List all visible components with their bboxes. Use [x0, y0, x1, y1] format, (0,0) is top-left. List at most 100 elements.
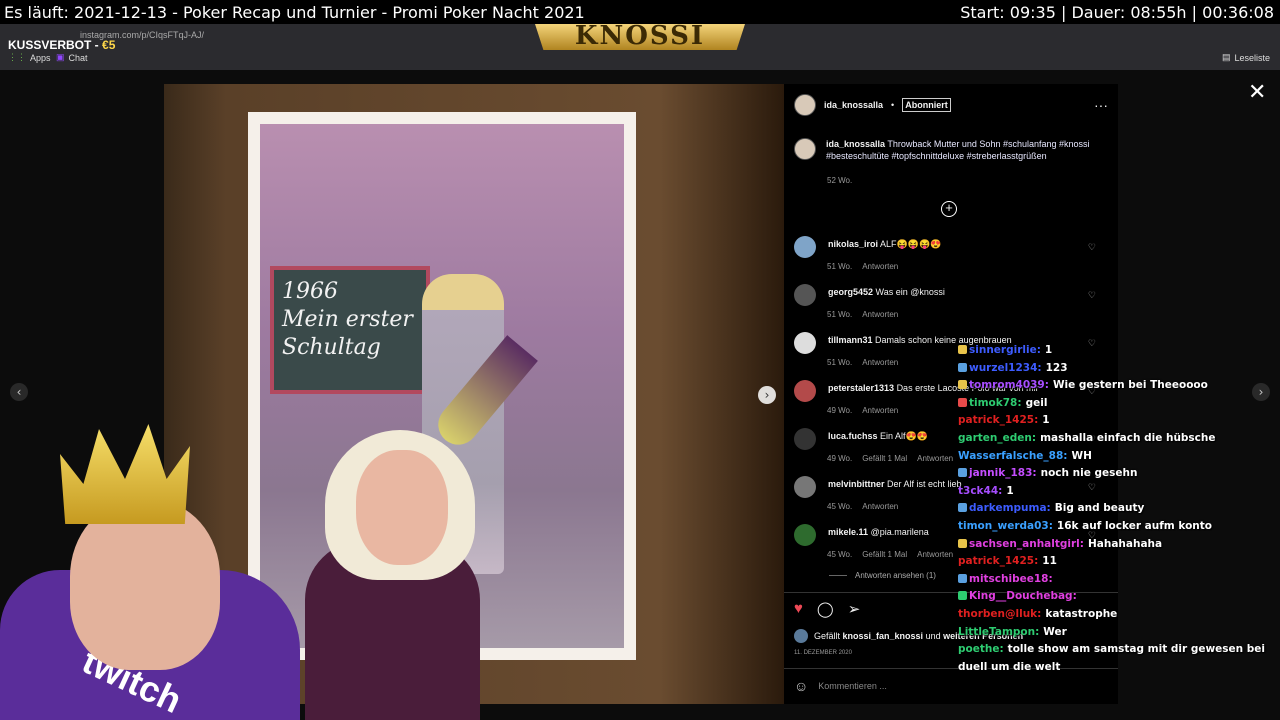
chat-text: Hahahahaha: [1087, 537, 1163, 550]
chat-username[interactable]: poethe:: [958, 643, 1004, 655]
chat-badge-icon: [958, 362, 967, 372]
chat-username[interactable]: patrick_1425:: [958, 414, 1038, 426]
chalkboard-text: 1966 Mein erster Schultag: [282, 278, 413, 362]
chat-text: 123: [1045, 361, 1068, 374]
avatar[interactable]: [794, 236, 816, 258]
likes-mid: und: [923, 631, 944, 641]
comment-likes[interactable]: Gefällt 1 Mal: [862, 550, 907, 559]
chat-message: tomrom4039: Wie gestern bei Theeoooo: [958, 377, 1276, 395]
likes-user[interactable]: knossi_fan_knossi: [843, 631, 924, 641]
chat-badge-icon: [958, 468, 967, 478]
comment-likes[interactable]: Gefällt 1 Mal: [862, 454, 907, 463]
chat-message: mitschibee18:: [958, 571, 1276, 589]
chat-username[interactable]: tomrom4039:: [969, 379, 1049, 391]
comment-username[interactable]: georg5452: [828, 287, 873, 297]
follow-button[interactable]: Abonniert: [902, 98, 951, 112]
chat-badge-icon: [958, 345, 967, 354]
chat-username[interactable]: LittleTampon:: [958, 626, 1039, 638]
chat-message: jannik_183: noch nie gesehn: [958, 465, 1276, 483]
chat-message: garten_eden: mashalla einfach die hübsche: [958, 430, 1276, 448]
chat-username[interactable]: darkempuma:: [969, 502, 1051, 514]
comment-text: ALF😝😝😝😍: [880, 239, 942, 249]
heart-outline-icon[interactable]: ♡: [1088, 242, 1096, 253]
post-username[interactable]: ida_knossalla: [824, 100, 883, 110]
post-date: 11. DEZEMBER 2020: [794, 650, 852, 656]
bookmark-apps[interactable]: ⋮⋮ Apps: [8, 52, 51, 63]
comment-username[interactable]: nikolas_iroi: [828, 239, 878, 249]
comment-bubble-icon[interactable]: ◯: [817, 600, 834, 618]
comment-username[interactable]: tillmann31: [828, 335, 873, 345]
kussverbot-label: KUSSVERBOT -: [8, 38, 103, 52]
chat-text: 16k auf locker aufm konto: [1056, 519, 1212, 532]
bookmark-apps-label: Apps: [30, 52, 51, 63]
avatar[interactable]: [794, 524, 816, 546]
chat-username[interactable]: timon_werda03:: [958, 520, 1053, 532]
chat-username[interactable]: King__Douchebag:: [969, 590, 1077, 602]
reply-link[interactable]: Antworten: [862, 406, 898, 415]
likes-prefix: Gefällt: [814, 631, 843, 641]
carousel-next-button[interactable]: ›: [758, 386, 776, 404]
chat-message: timok78: geil: [958, 395, 1276, 413]
avatar[interactable]: [794, 428, 816, 450]
share-icon[interactable]: ➢: [848, 600, 861, 618]
comment-username[interactable]: peterstaler1313: [828, 383, 894, 393]
chat-text: 1: [1044, 344, 1053, 356]
reading-list-icon: ▤: [1221, 52, 1231, 62]
chevron-right-icon: ›: [764, 388, 770, 402]
chat-username[interactable]: thorben@lluk:: [958, 608, 1041, 620]
chat-username[interactable]: t3ck44:: [958, 485, 1002, 497]
avatar[interactable]: [794, 332, 816, 354]
chat-username[interactable]: timok78:: [969, 397, 1022, 409]
chat-message: patrick_1425: 11: [958, 553, 1276, 571]
close-icon[interactable]: ✕: [1248, 80, 1266, 105]
reply-link[interactable]: Antworten: [862, 358, 898, 367]
avatar[interactable]: [794, 380, 816, 402]
chat-username[interactable]: Wasserfalsche_88:: [958, 450, 1067, 462]
reply-link[interactable]: Antworten: [917, 550, 953, 559]
heart-filled-icon[interactable]: ♥: [794, 600, 803, 618]
chat-username[interactable]: wurzel1234:: [969, 362, 1042, 374]
avatar[interactable]: [794, 284, 816, 306]
comment-input[interactable]: Kommentieren ...: [818, 681, 887, 691]
prev-post-button[interactable]: ‹: [10, 383, 28, 401]
reply-link[interactable]: Antworten: [862, 262, 898, 271]
chat-text: Wie gestern bei Theeoooo: [1052, 379, 1208, 392]
more-options-icon[interactable]: ···: [1094, 97, 1108, 113]
heart-outline-icon[interactable]: ♡: [1088, 290, 1096, 301]
caption-username[interactable]: ida_knossalla: [826, 139, 885, 149]
chat-message: t3ck44: 1: [958, 483, 1276, 501]
load-more-comments-button[interactable]: +: [941, 201, 957, 217]
comment-username[interactable]: mikele.11: [828, 527, 868, 537]
chat-text: WH: [1071, 449, 1092, 462]
plus-icon: +: [945, 200, 953, 215]
chat-username[interactable]: garten_eden:: [958, 432, 1036, 444]
view-replies-link[interactable]: Antworten ansehen (1): [829, 571, 936, 580]
chat-message: sachsen_anhaltgirl: Hahahahaha: [958, 536, 1276, 554]
avatar[interactable]: [794, 138, 816, 160]
separator-dot: •: [891, 100, 895, 110]
avatar[interactable]: [794, 476, 816, 498]
chat-message: wurzel1234: 123: [958, 360, 1276, 378]
caption-timestamp: 52 Wo.: [827, 176, 853, 185]
chat-username[interactable]: mitschibee18:: [969, 573, 1053, 585]
avatar[interactable]: [794, 94, 816, 116]
kussverbot-amount: €5: [102, 38, 116, 52]
chat-badge-icon: [958, 591, 967, 601]
chat-text: 1: [1006, 484, 1014, 497]
comment-input-row: ☺ Kommentieren ...: [794, 678, 887, 694]
reading-list-button[interactable]: ▤ Leseliste: [1222, 52, 1270, 63]
comment-username[interactable]: luca.fuchss: [828, 431, 878, 441]
chat-username[interactable]: patrick_1425:: [958, 555, 1038, 567]
avatar[interactable]: [794, 629, 808, 643]
chalkboard-line-2: Mein erster: [282, 307, 413, 332]
comment-time: 49 Wo.: [827, 454, 853, 463]
bookmark-chat[interactable]: ▣ Chat: [56, 52, 88, 63]
reply-link[interactable]: Antworten: [862, 310, 898, 319]
comment-username[interactable]: melvinbittner: [828, 479, 885, 489]
emoji-icon[interactable]: ☺: [794, 678, 808, 694]
reply-link[interactable]: Antworten: [862, 502, 898, 511]
reply-link[interactable]: Antworten: [917, 454, 953, 463]
chat-username[interactable]: sinnergirlie:: [969, 344, 1041, 356]
chat-username[interactable]: sachsen_anhaltgirl:: [969, 538, 1084, 550]
chat-username[interactable]: jannik_183:: [969, 467, 1037, 479]
